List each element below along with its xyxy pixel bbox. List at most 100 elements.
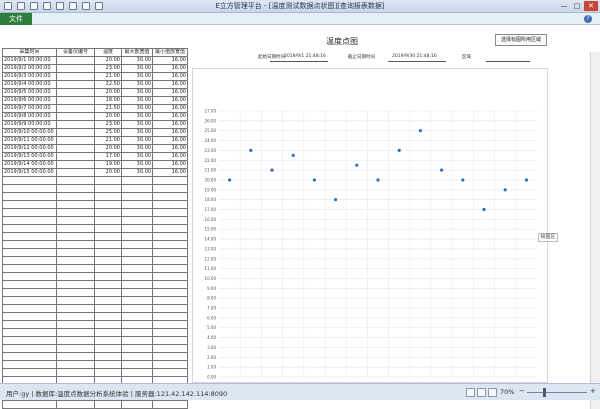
table-cell[interactable] xyxy=(56,224,95,233)
table-cell[interactable]: 16.00 xyxy=(152,80,188,89)
table-cell[interactable] xyxy=(121,312,153,321)
table-cell[interactable] xyxy=(94,360,122,369)
table-cell[interactable] xyxy=(152,328,188,337)
empty-table-row[interactable] xyxy=(2,280,188,289)
table-cell[interactable]: 16.00 xyxy=(152,112,188,121)
table-cell[interactable]: 16.00 xyxy=(152,144,188,153)
table-cell[interactable] xyxy=(94,336,122,345)
empty-table-row[interactable] xyxy=(2,216,188,225)
table-cell[interactable] xyxy=(121,280,153,289)
table-cell[interactable] xyxy=(56,256,95,265)
table-cell[interactable] xyxy=(2,208,57,217)
table-cell[interactable] xyxy=(56,400,95,409)
empty-table-row[interactable] xyxy=(2,320,188,329)
table-cell[interactable] xyxy=(94,224,122,233)
table-cell[interactable]: 2019/9/13 00:00:00 xyxy=(2,152,57,161)
table-cell[interactable] xyxy=(152,280,188,289)
table-cell[interactable] xyxy=(94,344,122,353)
table-cell[interactable] xyxy=(152,344,188,353)
table-cell[interactable]: 22.50 xyxy=(94,80,122,89)
table-cell[interactable] xyxy=(152,256,188,265)
table-cell[interactable] xyxy=(2,328,57,337)
table-cell[interactable] xyxy=(121,184,153,193)
table-cell[interactable] xyxy=(56,120,95,129)
table-cell[interactable] xyxy=(56,104,95,113)
table-cell[interactable]: 2019/9/12 00:00:00 xyxy=(2,144,57,153)
table-cell[interactable]: 30.00 xyxy=(121,56,153,65)
empty-table-row[interactable] xyxy=(2,176,188,185)
table-cell[interactable] xyxy=(94,216,122,225)
table-cell[interactable]: 30.00 xyxy=(121,64,153,73)
table-cell[interactable] xyxy=(94,240,122,249)
empty-table-row[interactable] xyxy=(2,360,188,369)
table-cell[interactable] xyxy=(56,232,95,241)
table-cell[interactable] xyxy=(2,200,57,209)
table-cell[interactable] xyxy=(2,280,57,289)
table-cell[interactable] xyxy=(152,216,188,225)
table-cell[interactable]: 16.00 xyxy=(152,120,188,129)
table-cell[interactable]: 2019/9/15 00:00:00 xyxy=(2,168,57,177)
table-cell[interactable] xyxy=(152,352,188,361)
table-cell[interactable] xyxy=(56,144,95,153)
table-cell[interactable]: 2019/9/10 00:00:00 xyxy=(2,128,57,137)
table-cell[interactable] xyxy=(2,240,57,249)
empty-table-row[interactable] xyxy=(2,336,188,345)
table-cell[interactable]: 2019/9/3 00:00:00 xyxy=(2,72,57,81)
table-cell[interactable] xyxy=(152,312,188,321)
data-point[interactable] xyxy=(228,178,232,182)
table-cell[interactable] xyxy=(56,360,95,369)
table-cell[interactable]: 16.00 xyxy=(152,152,188,161)
table-row[interactable]: 2019/9/7 00:00:00 21.50 30.00 16.00 xyxy=(2,104,188,113)
table-cell[interactable] xyxy=(2,176,57,185)
table-cell[interactable] xyxy=(152,184,188,193)
table-cell[interactable]: 16.00 xyxy=(152,72,188,81)
table-cell[interactable] xyxy=(56,184,95,193)
table-cell[interactable]: 16.00 xyxy=(152,96,188,105)
empty-table-row[interactable] xyxy=(2,400,188,409)
table-cell[interactable]: 20.00 xyxy=(94,56,122,65)
table-cell[interactable] xyxy=(94,248,122,257)
table-cell[interactable]: 2019/9/5 00:00:00 xyxy=(2,88,57,97)
table-cell[interactable] xyxy=(121,352,153,361)
empty-table-row[interactable] xyxy=(2,288,188,297)
table-cell[interactable] xyxy=(121,296,153,305)
data-point[interactable] xyxy=(376,178,380,182)
table-cell[interactable] xyxy=(2,264,57,273)
table-cell[interactable] xyxy=(56,320,95,329)
table-row[interactable]: 2019/9/6 00:00:00 18.00 30.00 16.00 xyxy=(2,96,188,105)
close-button[interactable]: ✕ xyxy=(584,1,598,11)
table-cell[interactable] xyxy=(152,192,188,201)
table-cell[interactable] xyxy=(152,304,188,313)
table-cell[interactable]: 16.00 xyxy=(152,104,188,113)
table-cell[interactable] xyxy=(94,192,122,201)
empty-table-row[interactable] xyxy=(2,208,188,217)
table-cell[interactable] xyxy=(121,368,153,377)
table-cell[interactable] xyxy=(152,360,188,369)
table-cell[interactable]: 21.50 xyxy=(94,104,122,113)
table-cell[interactable]: 2019/9/14 00:00:00 xyxy=(2,160,57,169)
table-cell[interactable]: 30.00 xyxy=(121,144,153,153)
table-cell[interactable] xyxy=(152,368,188,377)
table-cell[interactable]: 16.00 xyxy=(152,88,188,97)
table-cell[interactable]: 30.00 xyxy=(121,136,153,145)
table-cell[interactable] xyxy=(2,360,57,369)
table-cell[interactable] xyxy=(56,128,95,137)
table-cell[interactable] xyxy=(56,152,95,161)
table-cell[interactable] xyxy=(56,192,95,201)
table-cell[interactable] xyxy=(94,368,122,377)
table-cell[interactable] xyxy=(56,240,95,249)
table-cell[interactable] xyxy=(94,256,122,265)
table-cell[interactable]: 2019/9/11 00:00:00 xyxy=(2,136,57,145)
table-cell[interactable]: 30.00 xyxy=(121,160,153,169)
table-cell[interactable] xyxy=(152,264,188,273)
table-cell[interactable] xyxy=(152,288,188,297)
table-cell[interactable] xyxy=(56,200,95,209)
table-cell[interactable] xyxy=(94,200,122,209)
data-point[interactable] xyxy=(440,168,444,172)
page-break-icon[interactable] xyxy=(488,388,497,397)
table-cell[interactable] xyxy=(152,232,188,241)
table-cell[interactable]: 2019/9/2 00:00:00 xyxy=(2,64,57,73)
table-cell[interactable]: 16.00 xyxy=(152,128,188,137)
table-cell[interactable] xyxy=(2,352,57,361)
table-cell[interactable]: 30.00 xyxy=(121,88,153,97)
